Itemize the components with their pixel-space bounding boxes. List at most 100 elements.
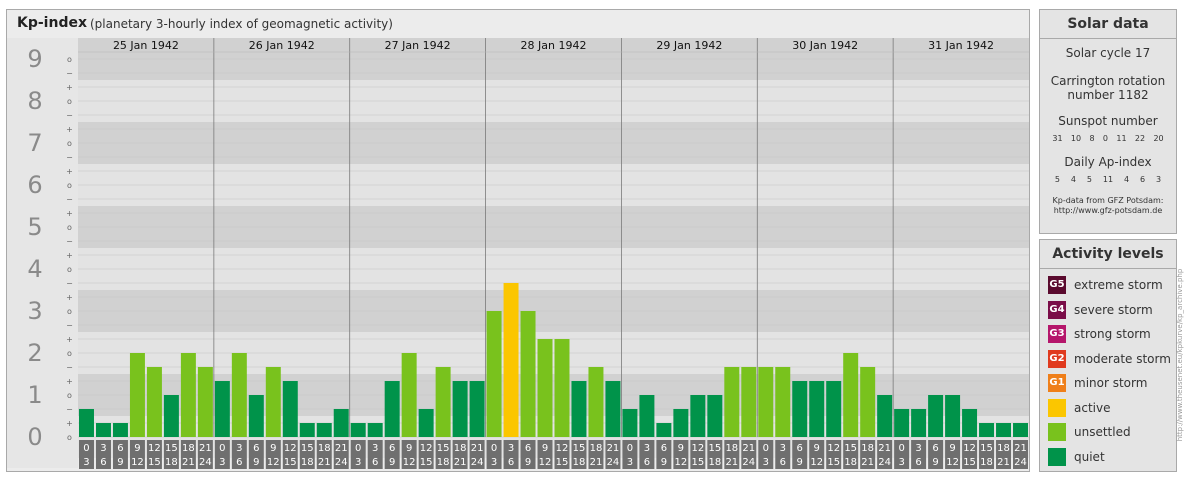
level-swatch: G4	[1048, 300, 1066, 319]
kp-bar	[962, 408, 978, 437]
minor-mark: o	[67, 391, 72, 400]
hour-tick-start: 12	[556, 443, 569, 454]
minor-mark: o	[67, 223, 72, 232]
level-label: severe storm	[1074, 302, 1153, 317]
kp-bar	[673, 408, 689, 437]
vertical-credit: http://www.theusenet.eu/kpkurve/kp_archi…	[1176, 239, 1184, 471]
y-axis-level-label: 2	[27, 339, 42, 367]
sunspot-label: Sunspot number	[1058, 114, 1158, 128]
hour-tick-end: 12	[131, 457, 144, 468]
kp-bar	[894, 408, 910, 437]
level-label: unsettled	[1074, 425, 1131, 440]
hour-tick-start: 18	[861, 443, 874, 454]
kp-bar	[503, 282, 519, 437]
hour-tick-end: 24	[742, 457, 755, 468]
kp-bar	[180, 353, 196, 437]
hour-tick-start: 3	[236, 443, 242, 454]
kp-bar	[265, 366, 281, 437]
hour-tick-end: 21	[454, 457, 467, 468]
kp-bar	[214, 381, 230, 437]
hour-tick-end: 15	[963, 457, 976, 468]
hour-tick-start: 9	[270, 443, 276, 454]
hour-tick-end: 15	[420, 457, 433, 468]
sunspot-value: 0	[1102, 134, 1108, 143]
ap-value: 5	[1054, 175, 1060, 184]
kp-bar	[826, 381, 842, 437]
ap-value: 4	[1070, 175, 1076, 184]
hour-tick-end: 9	[253, 457, 259, 468]
hour-tick-start: 9	[542, 443, 548, 454]
hour-tick-start: 12	[827, 443, 840, 454]
hour-tick-start: 15	[437, 443, 450, 454]
hour-tick-end: 15	[691, 457, 704, 468]
kp-bar	[299, 423, 315, 437]
minor-mark: o	[67, 139, 72, 148]
hour-tick-end: 3	[355, 457, 361, 468]
hour-tick-start: 9	[949, 443, 955, 454]
hour-tick-start: 0	[491, 443, 497, 454]
sunspot-value: 8	[1089, 134, 1095, 143]
level-swatch	[1048, 447, 1066, 466]
hour-tick-start: 21	[607, 443, 620, 454]
kp-bar	[996, 423, 1012, 437]
hour-tick-end: 6	[236, 457, 242, 468]
level-g1: G1 minor storm	[1040, 371, 1176, 396]
hour-tick-end: 24	[1014, 457, 1027, 468]
hour-tick-start: 18	[182, 443, 195, 454]
hour-tick-end: 21	[318, 457, 331, 468]
kp-bar	[350, 423, 366, 437]
hour-tick-end: 9	[117, 457, 123, 468]
kp-bar	[1013, 423, 1028, 437]
hour-tick-end: 24	[199, 457, 212, 468]
date-label: 30 Jan 1942	[792, 39, 858, 52]
y-axis-level-label: 9	[27, 45, 42, 73]
ap-value: 5	[1086, 175, 1092, 184]
hour-tick-start: 3	[780, 443, 786, 454]
vertical-credit-text: http://www.theusenet.eu/kpkurve/kp_archi…	[1176, 268, 1184, 442]
kp-bar	[554, 339, 570, 437]
hour-tick-end: 18	[301, 457, 314, 468]
date-label: 28 Jan 1942	[521, 39, 587, 52]
minor-mark: o	[67, 97, 72, 106]
hour-tick-end: 18	[844, 457, 857, 468]
minor-mark: +	[66, 209, 73, 218]
level-swatch: G1	[1048, 374, 1066, 393]
activity-levels-panel: Activity levels G5 extreme storm G4 severe…	[1039, 239, 1177, 472]
activity-levels-list: G5 extreme storm G4 severe storm G3 strong …	[1040, 269, 1176, 469]
hour-tick-start: 3	[372, 443, 378, 454]
y-axis-level-label: 8	[27, 87, 42, 115]
hour-tick-start: 3	[100, 443, 106, 454]
hour-tick-start: 21	[199, 443, 212, 454]
hour-tick-start: 18	[454, 443, 467, 454]
hour-tick-end: 9	[797, 457, 803, 468]
hour-tick-start: 18	[997, 443, 1010, 454]
kp-bar	[316, 423, 332, 437]
kp-bar	[775, 366, 791, 437]
hour-tick-start: 21	[335, 443, 348, 454]
hour-tick-end: 12	[946, 457, 959, 468]
hour-tick-start: 12	[691, 443, 704, 454]
kp-bar	[809, 381, 825, 437]
activity-levels-title: Activity levels	[1040, 240, 1176, 269]
hour-tick-end: 6	[372, 457, 378, 468]
y-axis-level-label: 7	[27, 129, 42, 157]
kp-bar	[197, 366, 213, 437]
sunspot-value: 10	[1070, 134, 1082, 143]
minor-mark: −	[66, 69, 73, 78]
minor-mark: +	[66, 83, 73, 92]
hour-tick-start: 15	[980, 443, 993, 454]
hour-tick-start: 9	[678, 443, 684, 454]
hour-tick-start: 0	[627, 443, 633, 454]
level-active: active	[1040, 396, 1176, 421]
hour-tick-start: 3	[915, 443, 921, 454]
hour-tick-start: 18	[318, 443, 331, 454]
kp-bar	[639, 395, 655, 437]
kp-bar	[520, 311, 536, 437]
ap-index-label: Daily Ap-index	[1064, 155, 1152, 169]
hour-tick-end: 9	[932, 457, 938, 468]
kp-bar	[571, 381, 587, 437]
hour-tick-end: 3	[83, 457, 89, 468]
hour-tick-start: 21	[878, 443, 891, 454]
kp-bar	[537, 339, 553, 437]
kp-bar	[690, 395, 706, 437]
